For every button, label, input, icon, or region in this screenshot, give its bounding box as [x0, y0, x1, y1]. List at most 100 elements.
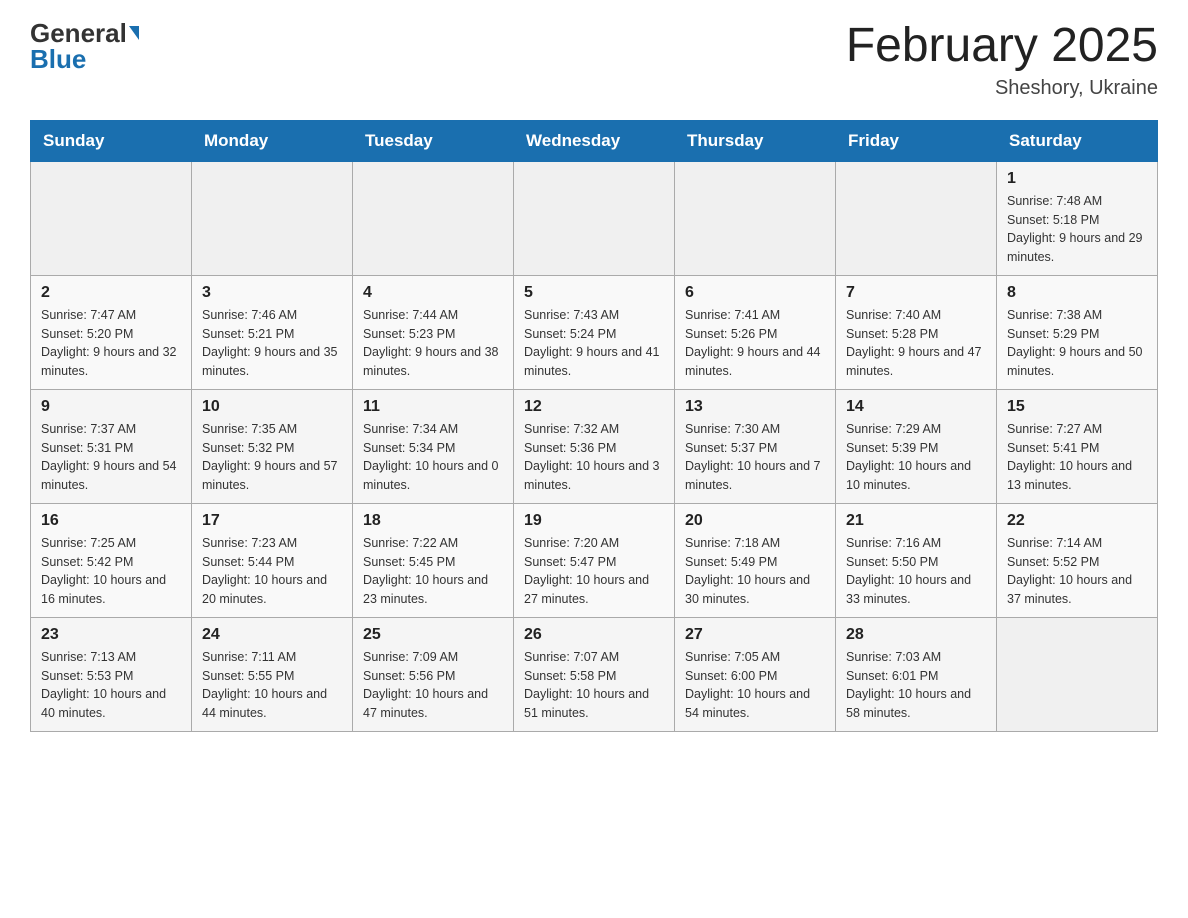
calendar-day-cell: 3 Sunrise: 7:46 AMSunset: 5:21 PMDaylight… [192, 275, 353, 389]
day-info: Sunrise: 7:11 AMSunset: 5:55 PMDaylight:… [202, 648, 342, 723]
calendar-day-cell: 5Sunrise: 7:43 AMSunset: 5:24 PMDaylight… [514, 275, 675, 389]
calendar-day-cell [353, 161, 514, 275]
logo-blue: Blue [30, 46, 86, 72]
day-number: 25 [363, 626, 503, 644]
day-info: Sunrise: 7:25 AMSunset: 5:42 PMDaylight:… [41, 534, 181, 609]
day-info: Sunrise: 7:48 AMSunset: 5:18 PMDaylight:… [1007, 192, 1147, 267]
day-info: Sunrise: 7:20 AMSunset: 5:47 PMDaylight:… [524, 534, 664, 609]
day-info: Sunrise: 7:41 AMSunset: 5:26 PMDaylight:… [685, 306, 825, 381]
day-info: Sunrise: 7:18 AMSunset: 5:49 PMDaylight:… [685, 534, 825, 609]
day-info: Sunrise: 7:09 AMSunset: 5:56 PMDaylight:… [363, 648, 503, 723]
day-of-week-header: Sunday [31, 120, 192, 161]
day-info: Sunrise: 7:47 AMSunset: 5:20 PMDaylight:… [41, 306, 181, 381]
calendar-day-cell: 6 Sunrise: 7:41 AMSunset: 5:26 PMDaylight… [675, 275, 836, 389]
day-number: 13 [685, 398, 825, 416]
calendar-day-cell: 21 Sunrise: 7:16 AMSunset: 5:50 PMDayligh… [836, 503, 997, 617]
calendar-week-row: 23 Sunrise: 7:13 AMSunset: 5:53 PMDayligh… [31, 617, 1158, 731]
day-info: Sunrise: 7:34 AMSunset: 5:34 PMDaylight:… [363, 420, 503, 495]
day-number: 9 [41, 398, 181, 416]
day-number: 12 [524, 398, 664, 416]
calendar-day-cell: 26Sunrise: 7:07 AMSunset: 5:58 PMDayligh… [514, 617, 675, 731]
day-info: Sunrise: 7:14 AMSunset: 5:52 PMDaylight:… [1007, 534, 1147, 609]
day-of-week-header: Tuesday [353, 120, 514, 161]
day-info: Sunrise: 7:03 AMSunset: 6:01 PMDaylight:… [846, 648, 986, 723]
day-info: Sunrise: 7:40 AMSunset: 5:28 PMDaylight:… [846, 306, 986, 381]
day-of-week-header: Wednesday [514, 120, 675, 161]
calendar-table: SundayMondayTuesdayWednesdayThursdayFrid… [30, 120, 1158, 732]
calendar-day-cell: 9 Sunrise: 7:37 AMSunset: 5:31 PMDaylight… [31, 389, 192, 503]
logo-arrow-icon [129, 26, 139, 40]
day-info: Sunrise: 7:23 AMSunset: 5:44 PMDaylight:… [202, 534, 342, 609]
day-number: 6 [685, 284, 825, 302]
day-info: Sunrise: 7:32 AMSunset: 5:36 PMDaylight:… [524, 420, 664, 495]
calendar-day-cell [997, 617, 1158, 731]
calendar-day-cell: 24 Sunrise: 7:11 AMSunset: 5:55 PMDayligh… [192, 617, 353, 731]
calendar-day-cell: 14 Sunrise: 7:29 AMSunset: 5:39 PMDayligh… [836, 389, 997, 503]
calendar-day-cell [192, 161, 353, 275]
calendar-day-cell: 4 Sunrise: 7:44 AMSunset: 5:23 PMDaylight… [353, 275, 514, 389]
day-info: Sunrise: 7:27 AMSunset: 5:41 PMDaylight:… [1007, 420, 1147, 495]
day-number: 7 [846, 284, 986, 302]
day-number: 28 [846, 626, 986, 644]
calendar-day-cell: 20Sunrise: 7:18 AMSunset: 5:49 PMDayligh… [675, 503, 836, 617]
calendar-day-cell: 18Sunrise: 7:22 AMSunset: 5:45 PMDayligh… [353, 503, 514, 617]
calendar-day-cell [675, 161, 836, 275]
calendar-day-cell: 1Sunrise: 7:48 AMSunset: 5:18 PMDaylight… [997, 161, 1158, 275]
calendar-day-cell [514, 161, 675, 275]
day-number: 26 [524, 626, 664, 644]
day-number: 22 [1007, 512, 1147, 530]
day-number: 24 [202, 626, 342, 644]
day-number: 2 [41, 284, 181, 302]
calendar-day-cell: 27 Sunrise: 7:05 AMSunset: 6:00 PMDayligh… [675, 617, 836, 731]
calendar-day-cell: 13 Sunrise: 7:30 AMSunset: 5:37 PMDayligh… [675, 389, 836, 503]
calendar-day-cell: 8 Sunrise: 7:38 AMSunset: 5:29 PMDaylight… [997, 275, 1158, 389]
day-info: Sunrise: 7:44 AMSunset: 5:23 PMDaylight:… [363, 306, 503, 381]
calendar-day-cell [836, 161, 997, 275]
day-number: 21 [846, 512, 986, 530]
logo: General Blue [30, 20, 139, 72]
day-info: Sunrise: 7:38 AMSunset: 5:29 PMDaylight:… [1007, 306, 1147, 381]
day-number: 5 [524, 284, 664, 302]
calendar-day-cell: 15 Sunrise: 7:27 AMSunset: 5:41 PMDayligh… [997, 389, 1158, 503]
day-number: 14 [846, 398, 986, 416]
day-info: Sunrise: 7:05 AMSunset: 6:00 PMDaylight:… [685, 648, 825, 723]
page-header: General Blue February 2025 Sheshory, Ukr… [30, 20, 1158, 100]
day-info: Sunrise: 7:30 AMSunset: 5:37 PMDaylight:… [685, 420, 825, 495]
day-of-week-header: Friday [836, 120, 997, 161]
calendar-day-cell: 25 Sunrise: 7:09 AMSunset: 5:56 PMDayligh… [353, 617, 514, 731]
day-info: Sunrise: 7:37 AMSunset: 5:31 PMDaylight:… [41, 420, 181, 495]
day-number: 27 [685, 626, 825, 644]
day-number: 23 [41, 626, 181, 644]
day-info: Sunrise: 7:13 AMSunset: 5:53 PMDaylight:… [41, 648, 181, 723]
day-info: Sunrise: 7:16 AMSunset: 5:50 PMDaylight:… [846, 534, 986, 609]
day-of-week-header: Thursday [675, 120, 836, 161]
day-number: 17 [202, 512, 342, 530]
calendar-location: Sheshory, Ukraine [846, 77, 1158, 100]
calendar-day-cell: 17 Sunrise: 7:23 AMSunset: 5:44 PMDayligh… [192, 503, 353, 617]
calendar-day-cell: 12 Sunrise: 7:32 AMSunset: 5:36 PMDayligh… [514, 389, 675, 503]
day-info: Sunrise: 7:22 AMSunset: 5:45 PMDaylight:… [363, 534, 503, 609]
day-number: 3 [202, 284, 342, 302]
calendar-day-cell: 2 Sunrise: 7:47 AMSunset: 5:20 PMDaylight… [31, 275, 192, 389]
calendar-day-cell: 19 Sunrise: 7:20 AMSunset: 5:47 PMDayligh… [514, 503, 675, 617]
day-info: Sunrise: 7:29 AMSunset: 5:39 PMDaylight:… [846, 420, 986, 495]
day-info: Sunrise: 7:46 AMSunset: 5:21 PMDaylight:… [202, 306, 342, 381]
calendar-day-cell: 16Sunrise: 7:25 AMSunset: 5:42 PMDayligh… [31, 503, 192, 617]
day-number: 8 [1007, 284, 1147, 302]
day-number: 4 [363, 284, 503, 302]
calendar-day-cell: 7 Sunrise: 7:40 AMSunset: 5:28 PMDaylight… [836, 275, 997, 389]
calendar-week-row: 16Sunrise: 7:25 AMSunset: 5:42 PMDayligh… [31, 503, 1158, 617]
day-of-week-header: Saturday [997, 120, 1158, 161]
calendar-week-row: 1Sunrise: 7:48 AMSunset: 5:18 PMDaylight… [31, 161, 1158, 275]
day-number: 10 [202, 398, 342, 416]
logo-general: General [30, 20, 127, 46]
day-of-week-header: Monday [192, 120, 353, 161]
calendar-day-cell: 11Sunrise: 7:34 AMSunset: 5:34 PMDayligh… [353, 389, 514, 503]
title-block: February 2025 Sheshory, Ukraine [846, 20, 1158, 100]
calendar-week-row: 2 Sunrise: 7:47 AMSunset: 5:20 PMDaylight… [31, 275, 1158, 389]
day-number: 15 [1007, 398, 1147, 416]
day-number: 19 [524, 512, 664, 530]
calendar-day-cell: 28 Sunrise: 7:03 AMSunset: 6:01 PMDayligh… [836, 617, 997, 731]
calendar-day-cell: 10Sunrise: 7:35 AMSunset: 5:32 PMDayligh… [192, 389, 353, 503]
calendar-day-cell: 22 Sunrise: 7:14 AMSunset: 5:52 PMDayligh… [997, 503, 1158, 617]
